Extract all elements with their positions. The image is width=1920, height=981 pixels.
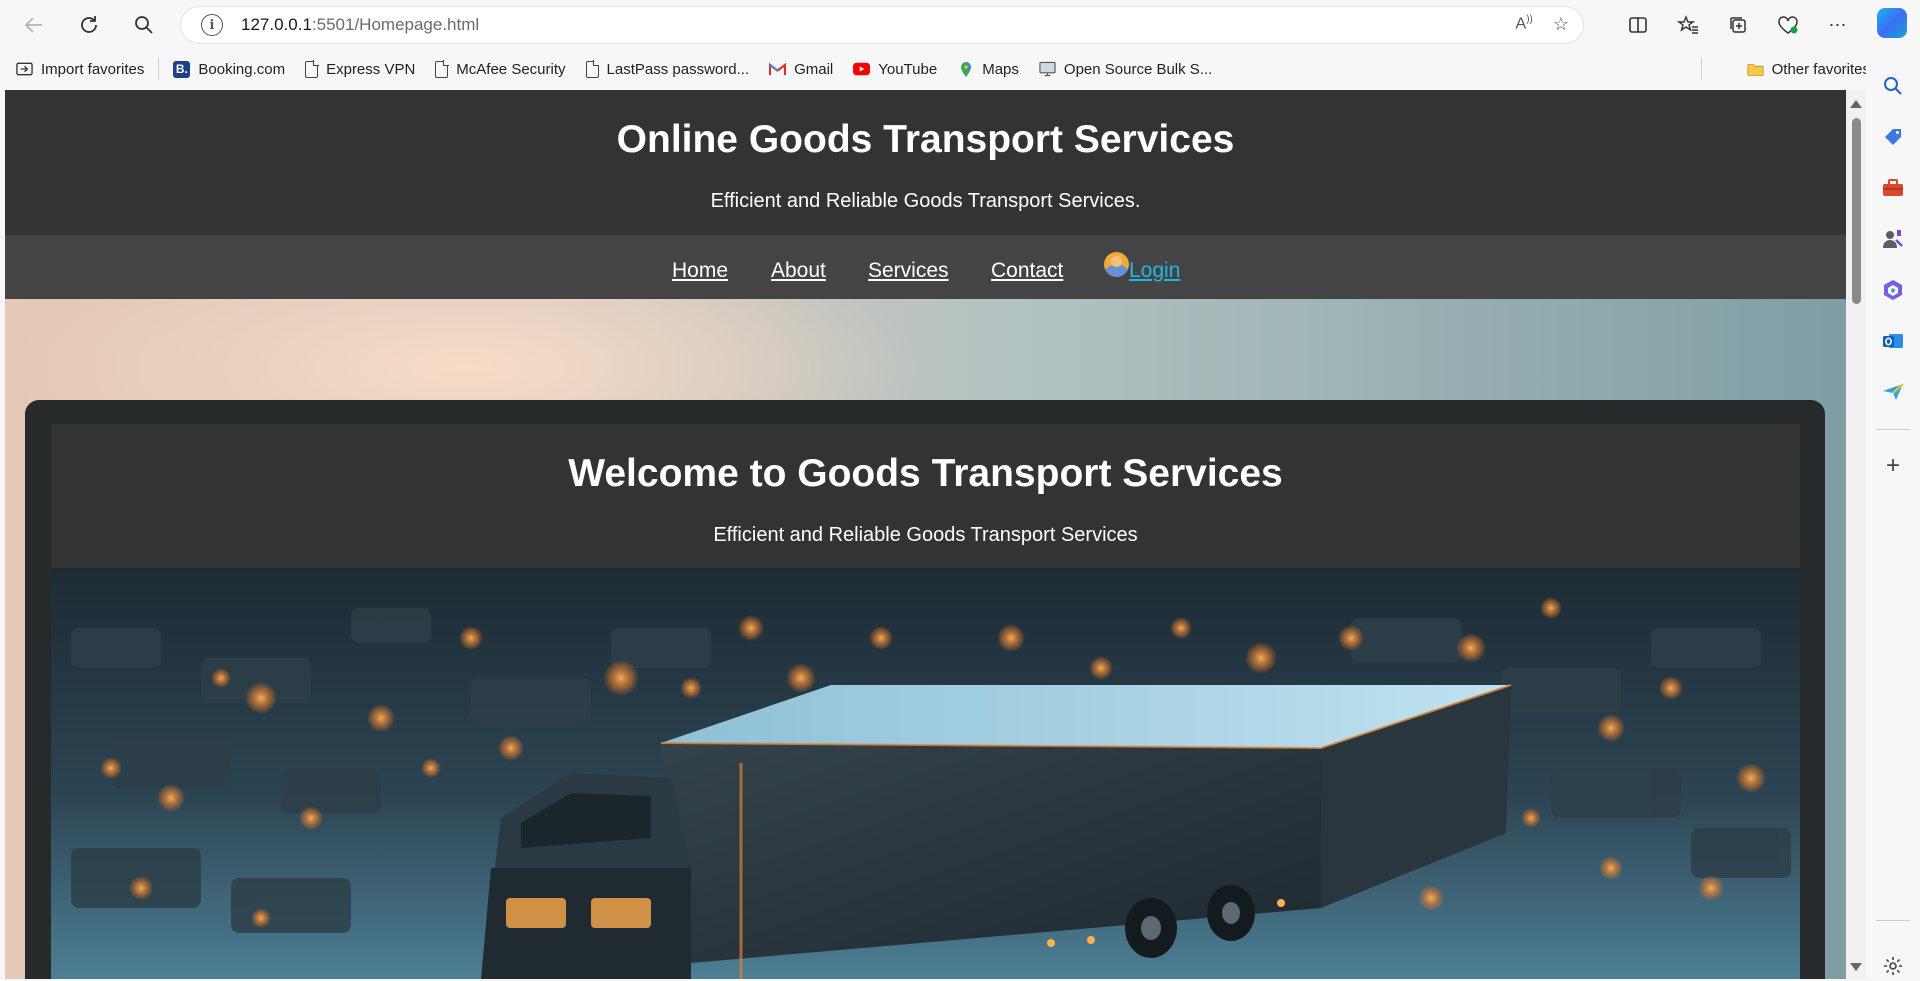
favorite-maps[interactable]: Maps [947,54,1029,84]
more-options-icon[interactable]: ⋯ [1820,7,1856,43]
gmail-icon [769,61,787,78]
refresh-icon[interactable] [71,7,107,43]
send-icon[interactable] [1878,377,1908,407]
back-icon[interactable] [16,7,52,43]
page-icon [435,60,449,78]
sidebar-search-icon[interactable] [1878,71,1908,101]
nav-about-link[interactable]: About [771,259,826,283]
favorites-bar: Import favorites B. Booking.com Express … [0,50,1920,88]
site-info-icon[interactable]: i [201,14,223,36]
shopping-tag-icon[interactable] [1878,122,1908,152]
page-viewport: Online Goods Transport Services Efficien… [5,90,1846,979]
favorites-icon[interactable] [1670,7,1706,43]
add-icon[interactable]: + [1878,451,1908,481]
split-screen-icon[interactable] [1620,7,1656,43]
page-icon [305,60,319,78]
favorite-open-source-bulk[interactable]: Open Source Bulk S... [1029,54,1222,84]
browser-toolbar: i 127.0.0.1:5501/Homepage.html A)) ☆ ⋯ [0,0,1920,50]
browser-essentials-icon[interactable] [1770,7,1806,43]
tools-icon[interactable] [1878,173,1908,203]
divider [1701,58,1702,80]
welcome-subtitle: Efficient and Reliable Goods Transport S… [713,524,1138,546]
sidebar-divider [1876,920,1910,921]
favorite-express-vpn[interactable]: Express VPN [295,54,425,84]
nav-services-link[interactable]: Services [868,259,949,283]
monitor-icon [1039,61,1056,78]
maps-icon [957,61,974,78]
youtube-icon [853,61,871,78]
favorite-mcafee[interactable]: McAfee Security [425,54,575,84]
favorite-star-icon[interactable]: ☆ [1553,14,1569,35]
user-avatar-icon [1104,252,1129,277]
booking-icon: B. [173,60,191,78]
read-aloud-icon[interactable]: A)) [1516,14,1533,35]
url-text[interactable]: 127.0.0.1:5501/Homepage.html [241,15,479,35]
divider [158,58,160,80]
favorite-booking[interactable]: B. Booking.com [163,54,295,84]
microsoft365-icon[interactable] [1878,275,1908,305]
page-scrollbar[interactable] [1846,90,1866,979]
scroll-thumb[interactable] [1852,118,1861,304]
sidebar-divider [1876,429,1910,430]
edge-sidebar: + [1866,50,1920,979]
site-title: Online Goods Transport Services [616,118,1235,161]
outlook-icon[interactable] [1878,326,1908,356]
nav-home-link[interactable]: Home [672,259,728,283]
copilot-icon[interactable] [1877,8,1907,38]
site-subtitle: Efficient and Reliable Goods Transport S… [710,190,1141,212]
address-bar[interactable]: i 127.0.0.1:5501/Homepage.html A)) ☆ [180,6,1584,44]
collections-icon[interactable] [1720,7,1756,43]
site-nav: Home About Services Contact Login [5,235,1846,299]
nav-login-link[interactable]: Login [1129,259,1180,283]
truck-hero-image [51,568,1800,979]
folder-icon [1747,61,1764,78]
games-icon[interactable] [1878,224,1908,254]
welcome-title: Welcome to Goods Transport Services [568,452,1283,495]
page-icon [585,60,600,78]
favorite-import[interactable]: Import favorites [6,54,154,84]
favorite-youtube[interactable]: YouTube [843,54,947,84]
import-icon [16,61,33,78]
other-favorites[interactable]: Other favorites [1737,54,1880,84]
welcome-banner: Welcome to Goods Transport Services Effi… [51,424,1800,568]
sidebar-settings-icon[interactable] [1878,951,1908,981]
site-header: Online Goods Transport Services Efficien… [5,90,1846,235]
nav-contact-link[interactable]: Contact [991,259,1063,283]
favorite-lastpass[interactable]: LastPass password... [576,54,760,84]
scroll-up-arrow[interactable] [1850,100,1862,108]
search-icon[interactable] [126,7,162,43]
scroll-down-arrow[interactable] [1850,963,1862,971]
favorite-gmail[interactable]: Gmail [759,54,843,84]
